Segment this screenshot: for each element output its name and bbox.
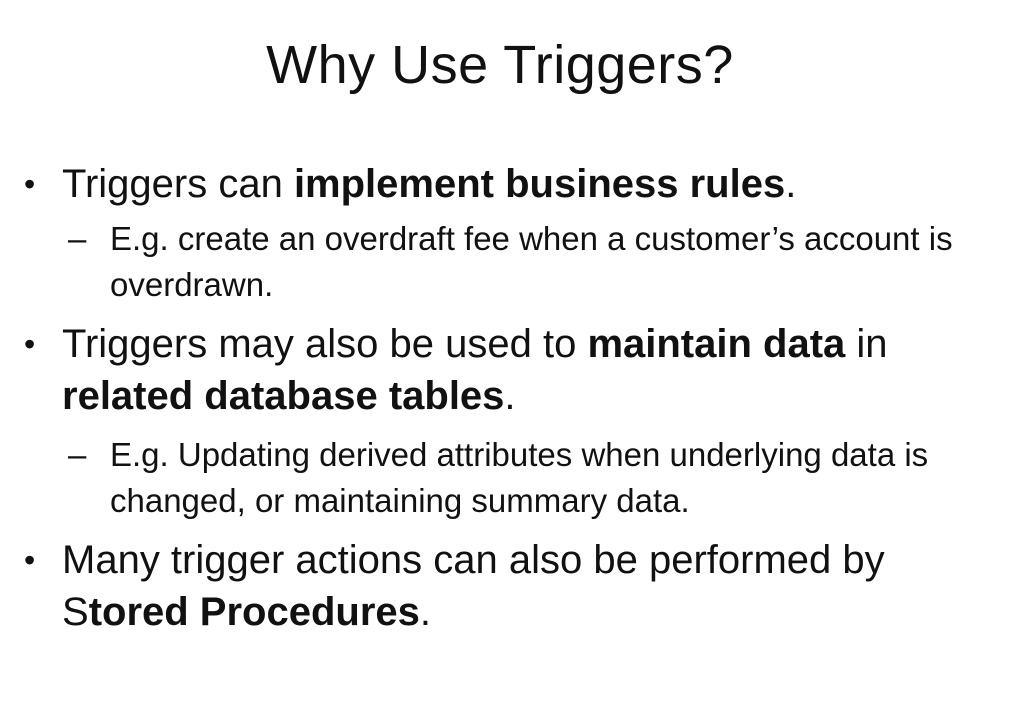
bullet-text-end: . — [785, 162, 797, 206]
bullet-text: Triggers can — [62, 162, 294, 206]
slide: Why Use Triggers? • Triggers can impleme… — [0, 0, 1020, 719]
bullet-text-end: . — [419, 590, 432, 634]
bullet-list: • Triggers can implement business rules.… — [20, 158, 1000, 638]
sub-bullet-overdraft-example: – E.g. create an overdraft fee when a cu… — [20, 216, 1000, 308]
bullet-item-stored-procedures: • Many trigger actions can also be perfo… — [20, 534, 1000, 638]
bullet-text: Triggers may also be used to — [62, 322, 588, 366]
sub-bullet-marker: – — [68, 436, 87, 473]
bullet-marker: • — [24, 542, 36, 578]
bullet-bold-text: implement business rules — [293, 162, 786, 206]
sub-bullet-marker: – — [68, 220, 87, 257]
bullet-bold-text-2: related database tables — [62, 374, 505, 418]
sub-bullet-text: E.g. create an overdraft fee when a cust… — [110, 220, 953, 303]
bullet-marker: • — [24, 326, 36, 362]
bullet-text-end: . — [504, 374, 516, 418]
bullet-item-maintain-data: • Triggers may also be used to maintain … — [20, 318, 1000, 422]
bullet-bold-text: tored Procedures — [88, 590, 420, 634]
sub-bullet-text: E.g. Updating derived attributes when un… — [110, 436, 929, 519]
bullet-item-business-rules: • Triggers can implement business rules. — [20, 158, 1000, 210]
bullet-bold-text: maintain data — [587, 322, 846, 366]
bullet-text-mid: in — [845, 322, 888, 366]
bullet-marker: • — [24, 166, 36, 202]
sub-bullet-derived-attributes-example: – E.g. Updating derived attributes when … — [20, 432, 1000, 524]
slide-title: Why Use Triggers? — [266, 35, 734, 95]
